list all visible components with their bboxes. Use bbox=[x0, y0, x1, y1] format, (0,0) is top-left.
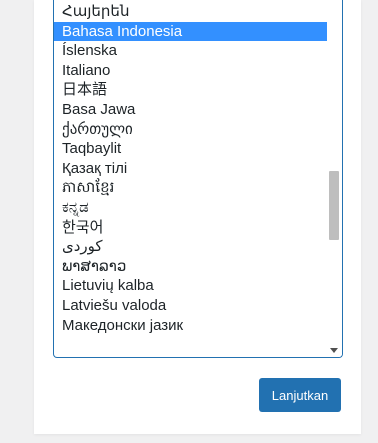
scrollbar[interactable] bbox=[327, 0, 342, 357]
language-option[interactable]: Taqbaylit bbox=[54, 139, 328, 159]
language-option[interactable]: Latviešu valoda bbox=[54, 296, 328, 316]
language-option[interactable]: ភាសាខ្មែរ bbox=[54, 178, 328, 198]
language-option[interactable]: 日本語 bbox=[54, 80, 328, 100]
language-option[interactable]: Қазақ тілі bbox=[54, 159, 328, 179]
scrollbar-thumb[interactable] bbox=[329, 171, 339, 240]
continue-button[interactable]: Lanjutkan bbox=[259, 378, 341, 412]
language-option[interactable]: Bahasa Indonesia bbox=[54, 21, 328, 42]
language-option[interactable]: ಕನ್ನಡ bbox=[54, 198, 328, 218]
language-option[interactable]: Հայերեն bbox=[54, 2, 328, 22]
language-options: Հայերեն Bahasa Indonesia Íslenska Italiano 日… bbox=[54, 2, 328, 335]
language-option[interactable]: Lietuvių kalba bbox=[54, 276, 328, 296]
language-option[interactable]: Basa Jawa bbox=[54, 100, 328, 120]
scroll-down-arrow-icon[interactable] bbox=[330, 348, 338, 353]
language-option[interactable]: Íslenska bbox=[54, 41, 328, 61]
language-option[interactable]: Македонски јазик bbox=[54, 316, 328, 336]
language-option[interactable]: Italiano bbox=[54, 61, 328, 81]
language-option[interactable]: کوردی bbox=[54, 237, 328, 257]
language-option[interactable]: ພາສາລາວ bbox=[54, 257, 328, 277]
language-listbox[interactable]: Հայերեն Bahasa Indonesia Íslenska Italiano 日… bbox=[53, 0, 343, 358]
language-option[interactable]: 한국어 bbox=[54, 218, 328, 238]
language-option[interactable]: ქართული bbox=[54, 120, 328, 140]
